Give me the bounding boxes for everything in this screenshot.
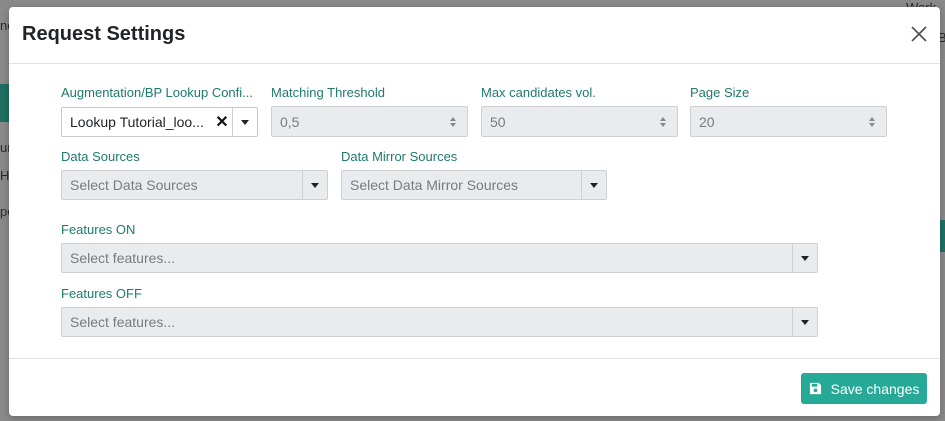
- request-settings-modal: Request Settings Augmentation/BP Lookup …: [9, 7, 940, 416]
- augmentation-select-value: Lookup Tutorial_loo...: [70, 114, 204, 130]
- dropdown-toggle[interactable]: [581, 171, 606, 199]
- close-button[interactable]: [908, 23, 930, 45]
- modal-header: Request Settings: [9, 7, 940, 64]
- dropdown-toggle[interactable]: [232, 108, 257, 136]
- clear-selection-icon[interactable]: ✕: [212, 112, 232, 132]
- augmentation-select[interactable]: Lookup Tutorial_loo... ✕: [61, 107, 258, 137]
- number-spinner-icon[interactable]: [445, 116, 461, 127]
- dropdown-toggle[interactable]: [302, 171, 327, 199]
- features-on-label: Features ON: [61, 222, 136, 237]
- max-candidates-input[interactable]: 50: [481, 106, 678, 137]
- features-off-placeholder: Select features...: [70, 314, 176, 330]
- save-changes-button[interactable]: Save changes: [801, 373, 927, 404]
- chevron-down-icon: [311, 182, 319, 188]
- data-sources-label: Data Sources: [61, 149, 140, 164]
- features-off-select[interactable]: Select features...: [61, 307, 818, 337]
- max-candidates-value: 50: [490, 113, 506, 130]
- page-size-value: 20: [699, 113, 715, 130]
- modal-title: Request Settings: [22, 23, 186, 45]
- dropdown-toggle[interactable]: [792, 308, 817, 336]
- page-size-label: Page Size: [690, 85, 750, 100]
- matching-threshold-input[interactable]: 0,5: [271, 106, 468, 137]
- floppy-disk-icon: [809, 382, 821, 395]
- augmentation-label: Augmentation/BP Lookup Confi...: [61, 85, 253, 100]
- close-icon: [911, 26, 927, 42]
- features-off-label: Features OFF: [61, 286, 142, 301]
- background-text: H: [0, 168, 10, 183]
- matching-threshold-label: Matching Threshold: [271, 85, 385, 100]
- features-on-select[interactable]: Select features...: [61, 243, 818, 273]
- modal-footer: Save changes: [9, 358, 940, 416]
- chevron-down-icon: [801, 319, 809, 325]
- number-spinner-icon[interactable]: [655, 116, 671, 127]
- features-on-placeholder: Select features...: [70, 250, 176, 266]
- background-teal-bar-right: [940, 220, 945, 252]
- data-mirror-sources-select[interactable]: Select Data Mirror Sources: [341, 170, 607, 200]
- data-mirror-sources-placeholder: Select Data Mirror Sources: [350, 177, 519, 193]
- chevron-down-icon: [801, 255, 809, 261]
- save-changes-label: Save changes: [830, 380, 920, 397]
- matching-threshold-value: 0,5: [280, 113, 300, 130]
- page-size-input[interactable]: 20: [690, 106, 887, 137]
- chevron-down-icon: [241, 119, 249, 125]
- data-sources-select[interactable]: Select Data Sources: [61, 170, 328, 200]
- data-sources-placeholder: Select Data Sources: [70, 177, 198, 193]
- number-spinner-icon[interactable]: [864, 116, 880, 127]
- data-mirror-sources-label: Data Mirror Sources: [341, 149, 458, 164]
- max-candidates-label: Max candidates vol.: [481, 85, 596, 100]
- chevron-down-icon: [590, 182, 598, 188]
- background-teal-bar-left: [0, 84, 9, 122]
- dropdown-toggle[interactable]: [792, 244, 817, 272]
